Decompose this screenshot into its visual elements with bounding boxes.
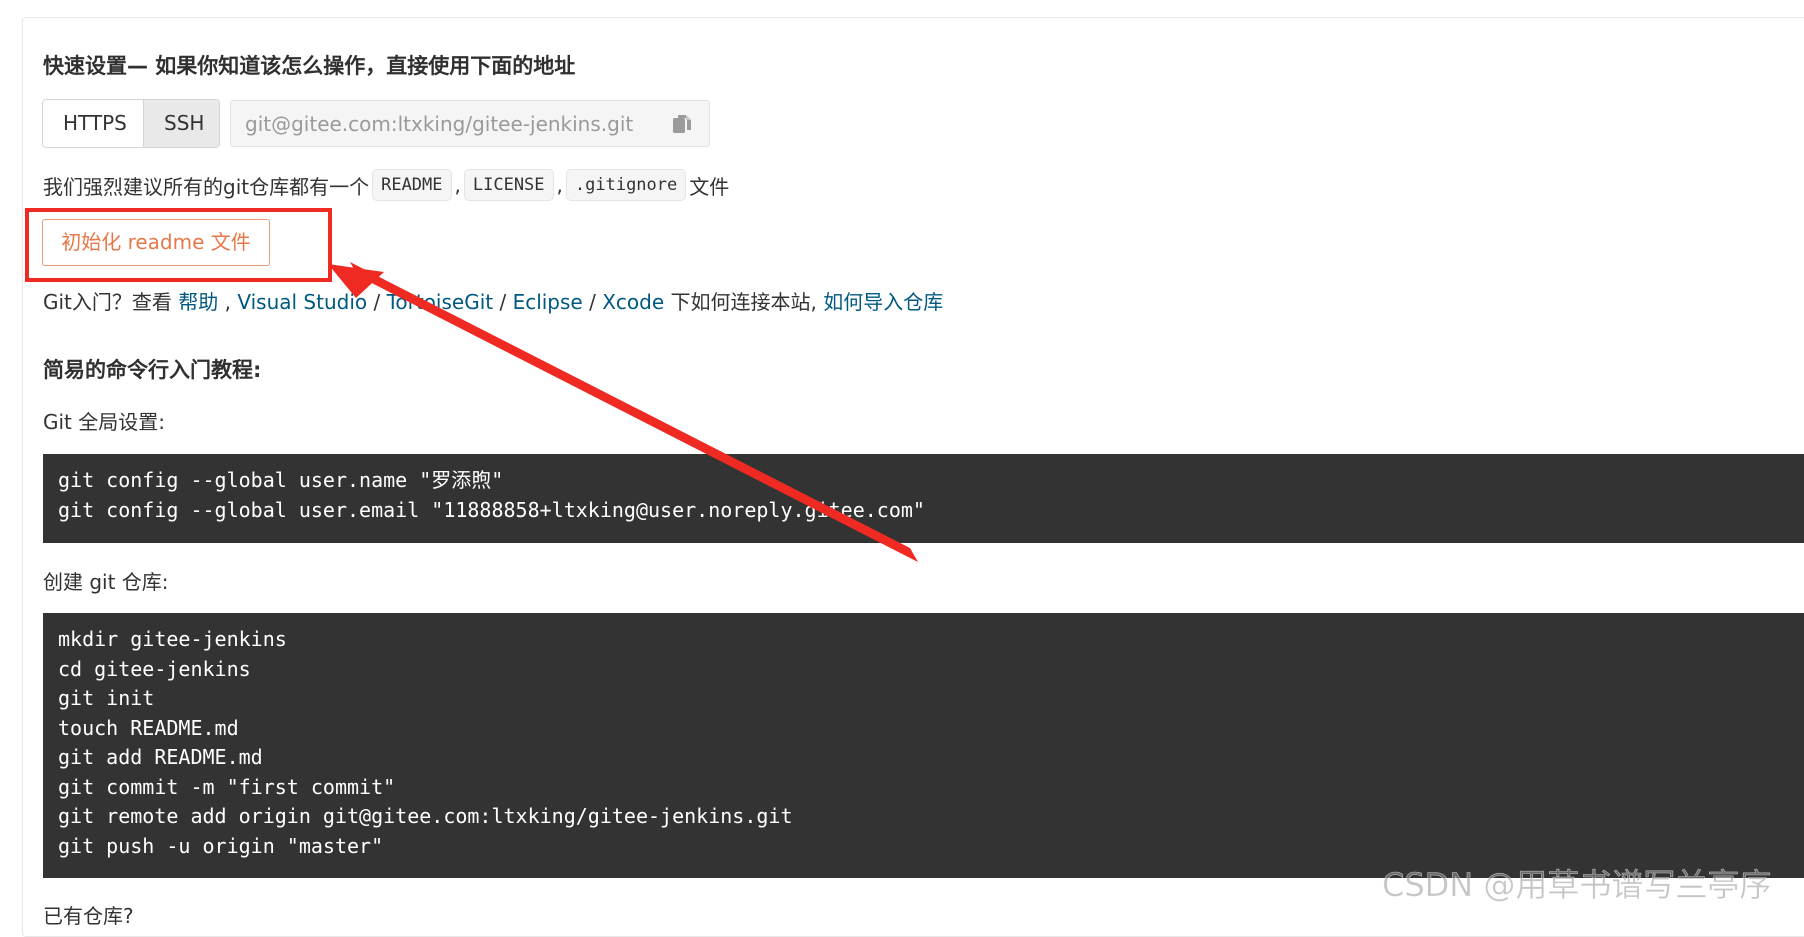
repo-url-box bbox=[230, 100, 710, 147]
eclipse-link[interactable]: Eclipse bbox=[513, 290, 583, 314]
slash-sep: / bbox=[582, 290, 603, 314]
https-button[interactable]: HTTPS bbox=[43, 100, 143, 147]
code-line: cd gitee-jenkins bbox=[58, 656, 251, 681]
quick-setup-title: 快速设置— 如果你知道该怎么操作，直接使用下面的地址 bbox=[43, 54, 576, 78]
code-line: git remote add origin git@gitee.com:ltxk… bbox=[58, 804, 793, 828]
global-setup-code: git config --global user.name "罗添煦" git … bbox=[43, 454, 1804, 543]
comma-sep: , bbox=[454, 173, 461, 197]
code-line: mkdir gitee-jenkins bbox=[58, 627, 287, 651]
comma-sep: , bbox=[556, 173, 563, 197]
xcode-link[interactable]: Xcode bbox=[602, 290, 664, 314]
ssh-button[interactable]: SSH bbox=[143, 100, 219, 147]
recommend-suffix: 文件 bbox=[689, 174, 730, 199]
help-links: Git入门？查看 帮助 , Visual Studio / TortoiseGi… bbox=[43, 286, 943, 315]
code-line: touch README.md bbox=[58, 715, 239, 740]
recommend-prefix: 我们强烈建议所有的git仓库都有一个 bbox=[43, 174, 370, 199]
tutorial-title: 简易的命令行入门教程: bbox=[43, 358, 262, 382]
import-repo-link[interactable]: 如何导入仓库 bbox=[823, 290, 943, 314]
global-setup-label: Git 全局设置: bbox=[43, 410, 165, 434]
csdn-watermark: CSDN @用草书谱写兰亭序 bbox=[1382, 866, 1772, 905]
code-line: git push -u origin "master" bbox=[58, 833, 384, 858]
license-chip: LICENSE bbox=[463, 169, 554, 201]
code-line: git init bbox=[58, 686, 155, 710]
code-line: git config --global user.email "11888858… bbox=[58, 497, 925, 522]
help-middle: 下如何连接本站, bbox=[664, 290, 824, 314]
gitignore-chip: .gitignore bbox=[565, 169, 687, 201]
create-repo-code: mkdir gitee-jenkins cd gitee-jenkins git… bbox=[43, 613, 1804, 878]
help-prefix: Git入门？查看 bbox=[43, 290, 179, 314]
copy-icon[interactable] bbox=[671, 113, 693, 135]
protocol-switcher: HTTPS SSH bbox=[42, 99, 220, 148]
code-line: git add README.md bbox=[58, 745, 263, 769]
recommend-text: 我们强烈建议所有的git仓库都有一个 README , LICENSE , .g… bbox=[43, 168, 729, 202]
readme-chip: README bbox=[372, 169, 452, 201]
slash-sep: / bbox=[367, 290, 387, 314]
code-line: git config --global user.name "罗添煦" bbox=[58, 468, 504, 492]
annotation-highlight-box bbox=[25, 208, 332, 282]
slash-sep: / bbox=[493, 290, 513, 314]
comma-sep: , bbox=[218, 290, 238, 314]
help-link[interactable]: 帮助 bbox=[178, 290, 218, 314]
tortoisegit-link[interactable]: TortoiseGit bbox=[387, 290, 494, 314]
code-line: git commit -m "first commit" bbox=[58, 774, 396, 799]
create-repo-label: 创建 git 仓库: bbox=[43, 570, 169, 594]
existing-repo-label: 已有仓库? bbox=[43, 904, 134, 928]
visual-studio-link[interactable]: Visual Studio bbox=[237, 290, 367, 314]
repo-url-input[interactable] bbox=[245, 101, 645, 146]
